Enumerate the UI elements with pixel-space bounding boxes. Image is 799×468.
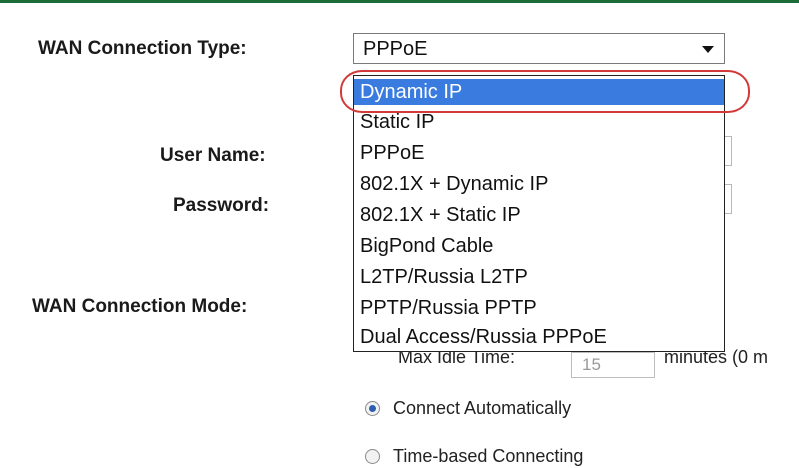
radio-checked-icon[interactable] (365, 401, 380, 416)
radio-label: Time-based Connecting (393, 446, 584, 466)
option-pptp-russia-pptp[interactable]: PPTP/Russia PPTP (354, 295, 724, 321)
annotation-highlight-oval (340, 70, 750, 113)
radio-label: Connect Automatically (393, 398, 572, 418)
password-label: Password: (173, 195, 270, 216)
option-pppoe[interactable]: PPPoE (354, 140, 724, 166)
option-dual-access-russia-pppoe[interactable]: Dual Access/Russia PPPoE (354, 324, 724, 350)
radio-unchecked-icon[interactable] (365, 449, 380, 464)
user-name-label: User Name: (160, 145, 266, 166)
select-current-value: PPPoE (363, 38, 428, 60)
wan-connection-type-select[interactable]: PPPoE (353, 33, 725, 64)
option-l2tp-russia-l2tp[interactable]: L2TP/Russia L2TP (354, 264, 724, 290)
wan-type-dropdown-list: Dynamic IP Static IP PPPoE 802.1X + Dyna… (353, 75, 725, 352)
option-bigpond-cable[interactable]: BigPond Cable (354, 233, 724, 259)
option-8021x-static-ip[interactable]: 802.1X + Static IP (354, 202, 724, 228)
wan-connection-mode-label: WAN Connection Mode: (32, 296, 248, 317)
chevron-down-icon[interactable] (702, 46, 714, 53)
wan-connection-type-label: WAN Connection Type: (38, 38, 247, 59)
top-divider (0, 0, 799, 3)
max-idle-time-input[interactable]: 15 (571, 352, 655, 378)
option-8021x-dynamic-ip[interactable]: 802.1X + Dynamic IP (354, 171, 724, 197)
